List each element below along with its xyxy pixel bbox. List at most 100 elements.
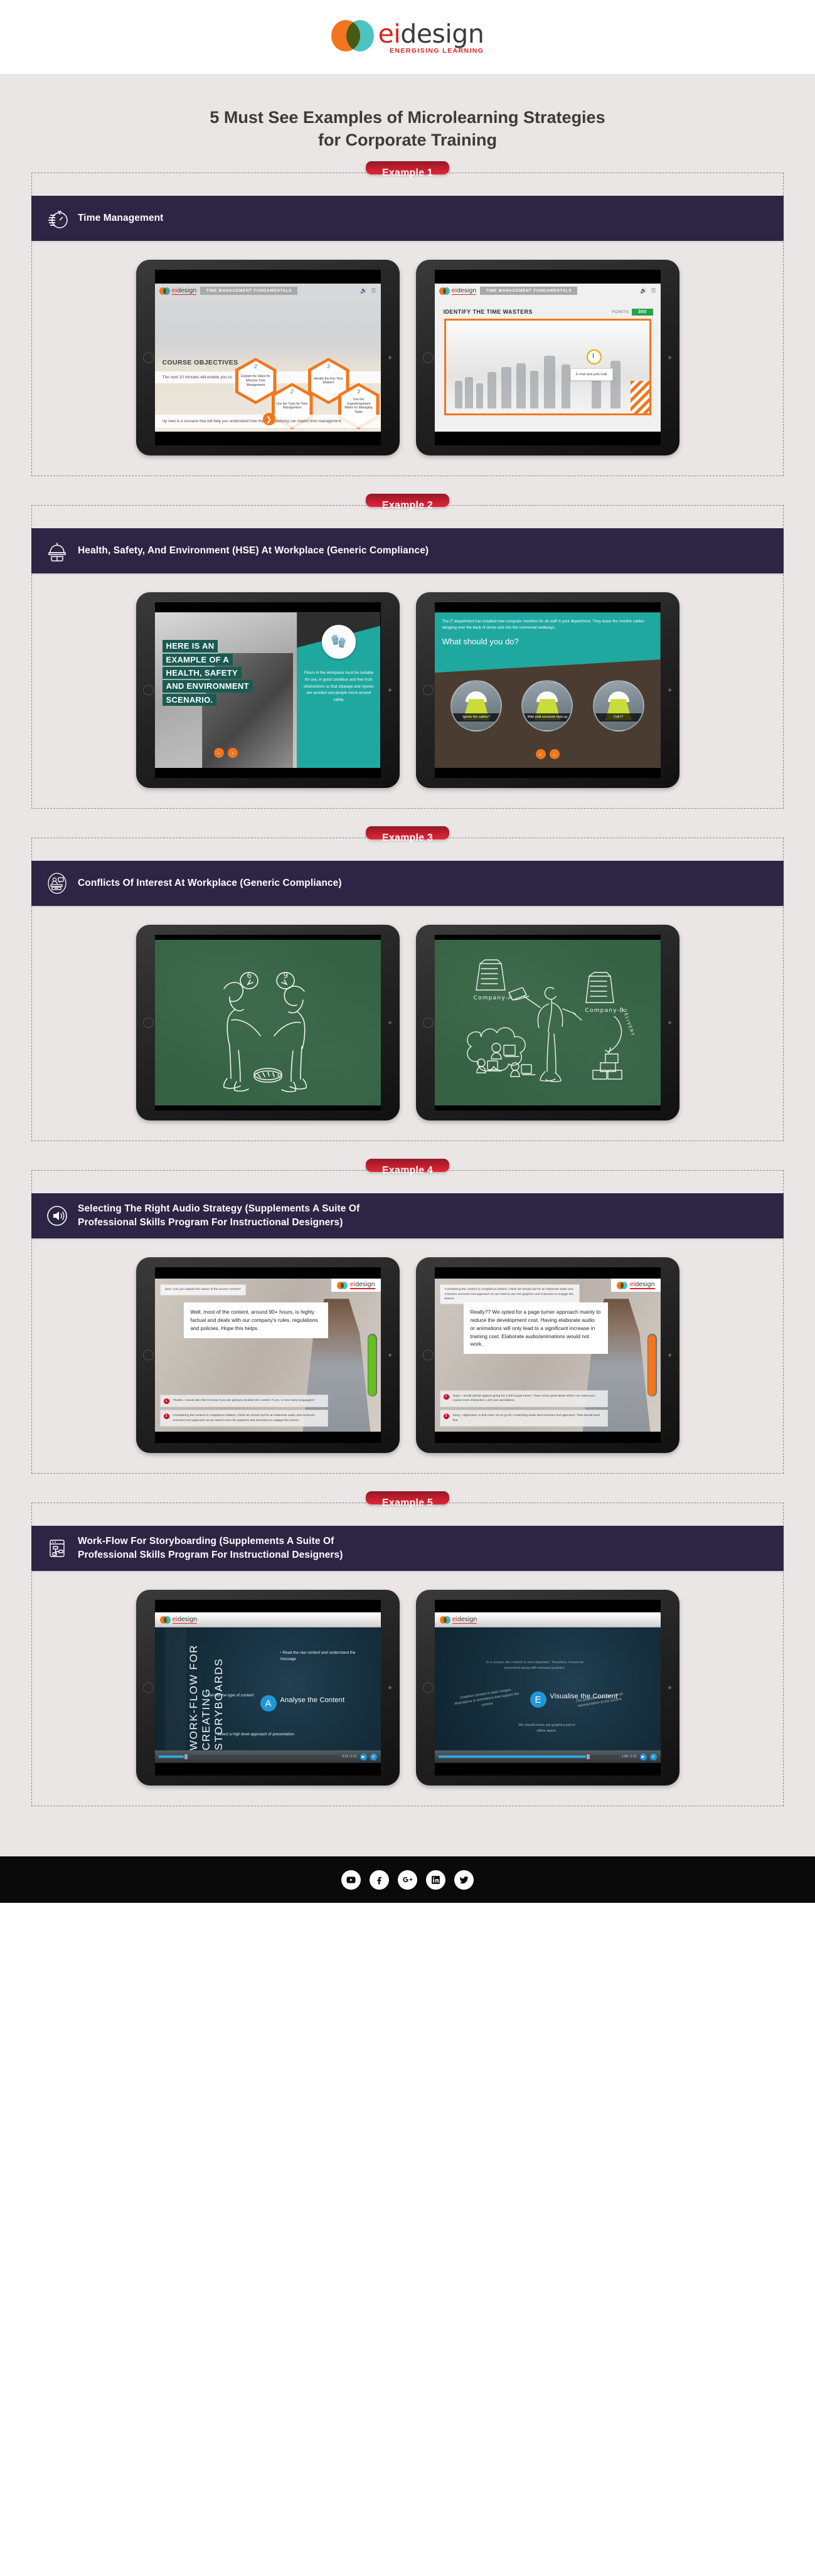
example-block-4: Example 4 Selecting The Right Audio Stra… (0, 1159, 815, 1474)
workflow-node-label: Visualise the Content (550, 1693, 618, 1701)
video-header-bar: eidesign (154, 1612, 381, 1628)
googleplus-icon[interactable] (398, 1870, 417, 1890)
logo-design: design (400, 18, 484, 49)
safety-gloves-icon: 🧤 (321, 625, 356, 659)
tablet-screen-audio-dialog-1[interactable]: eidesign Sure. Can you explain the natur… (154, 1267, 381, 1444)
course-chip: TIME MANAGEMENT FUNDAMENTALS (480, 287, 578, 295)
example-title-1: Time Management (78, 213, 164, 224)
hse-option-label: Call IT (594, 713, 643, 722)
next-button[interactable]: › (227, 748, 238, 758)
mini-logo-design: design (456, 287, 477, 294)
example-container-4: Selecting The Right Audio Strategy (Supp… (31, 1170, 784, 1474)
hse-option[interactable]: Ignore the cables? (450, 680, 503, 732)
example-block-1: Example 1 Time Management eidesign TIME … (0, 161, 815, 477)
dialog-prior-bubble: Considering the content is compliance-re… (439, 1284, 580, 1305)
hse-option[interactable]: Wait until someone trips up (521, 680, 573, 732)
hse-intro-heading: HERE IS AN EXAMPLE OF A HEALTH, SAFETY A… (162, 640, 253, 707)
hse-question-band: The IT department has installed new comp… (434, 612, 661, 673)
menu-icon[interactable]: ☰ (651, 287, 656, 294)
video-controls[interactable]: 1:06 / 1:12 ▶ ↺ (434, 1750, 661, 1764)
tablet-device: eidesign Considering the content is comp… (415, 1257, 679, 1454)
stripe-decoration (630, 381, 649, 414)
progress-meter (647, 1334, 657, 1397)
dialog-choice[interactable]: 2 Considering the content is compliance-r… (159, 1410, 328, 1427)
tablet-screen-chalk-companies[interactable]: Company-A Company-B DELIVERY (434, 935, 661, 1111)
example-titlebar-1: Time Management (31, 196, 784, 242)
video-scrubber[interactable] (158, 1754, 339, 1760)
mini-logo-ei: ei (451, 287, 457, 294)
play-button[interactable]: ▶ (360, 1753, 367, 1760)
play-button[interactable]: ▶ (639, 1753, 647, 1760)
example-block-2: Example 2 Health, Safety, And Environmen… (0, 494, 815, 809)
tablet-screen-hse-question[interactable]: The IT department has installed new comp… (434, 602, 661, 779)
brand-header: eidesign ENERGISING LEARNING (0, 0, 815, 74)
volume-icon[interactable]: 🔊 (360, 287, 367, 294)
hse-intro-left: HERE IS AN EXAMPLE OF A HEALTH, SAFETY A… (154, 612, 297, 769)
tablet-screen-video-visualise[interactable]: eidesign In a course, the content is ver… (434, 1600, 661, 1776)
mini-logo-ei: ei (452, 1615, 458, 1623)
example-title-2: Health, Safety, And Environment (HSE) At… (78, 545, 429, 556)
slide-nav[interactable]: ‹ › (213, 748, 238, 758)
course-chip: TIME MANAGEMENT FUNDAMENTALS (200, 287, 298, 295)
hse-intro-body: Floors in the workplace must be suitable… (303, 671, 374, 702)
dialog-main-bubble: Well, most of the content, around 90+ ho… (183, 1302, 328, 1338)
slide-nav[interactable]: ‹ › (535, 749, 560, 760)
workflow-bullet: Identify the type of content (205, 1693, 259, 1699)
workflow-node-e[interactable]: E (530, 1691, 546, 1708)
tablet-row-2: HERE IS AN EXAMPLE OF A HEALTH, SAFETY A… (32, 573, 783, 792)
dialog-choice[interactable]: 2 Sorry, I digressed. In that case, let u… (439, 1410, 608, 1427)
linkedin-icon[interactable] (426, 1870, 445, 1890)
tablet-screen-video-analyse[interactable]: eidesign WORK-FLOW FOR CREATING STORYBOA… (154, 1600, 381, 1776)
time-wasters-image[interactable]: E-mail and junk mail (444, 319, 651, 416)
objective-hex[interactable]: Explain the Steps for Effective Time Man… (235, 358, 277, 405)
desk-person-icon (43, 869, 72, 898)
youtube-icon[interactable] (341, 1870, 361, 1890)
tablet-screen-time-wasters[interactable]: eidesign TIME MANAGEMENT FUNDAMENTALS 🔊 ☰… (434, 270, 661, 446)
replay-button[interactable]: ↺ (649, 1753, 657, 1760)
prev-button[interactable]: ‹ (213, 748, 224, 758)
visualise-text: Graphics consist of static images, illus… (454, 1688, 519, 1708)
example-container-5: Work-Flow For Storyboarding (Supplements… (31, 1503, 784, 1807)
infographic-body: 5 Must See Examples of Microlearning Str… (0, 74, 815, 1857)
eidesign-logo[interactable]: eidesign ENERGISING LEARNING (331, 18, 484, 55)
mini-logo-design: design (635, 1281, 655, 1289)
example-title-4-line1: Selecting The Right Audio Strategy (Supp… (78, 1203, 360, 1215)
mini-logo-design: design (176, 287, 197, 294)
workflow-node-a[interactable]: A (260, 1695, 277, 1712)
tablet-screen-hse-intro[interactable]: HERE IS AN EXAMPLE OF A HEALTH, SAFETY A… (154, 602, 381, 779)
prev-button[interactable]: ‹ (535, 749, 546, 760)
menu-icon[interactable]: ☰ (371, 287, 376, 294)
tablet-screen-audio-dialog-2[interactable]: eidesign Considering the content is comp… (434, 1267, 661, 1444)
next-button[interactable]: ❯ (262, 413, 275, 426)
hse-heading-line: EXAMPLE OF A (162, 653, 233, 666)
chalk-label-company-a: Company-A (473, 995, 513, 1002)
replay-button[interactable]: ↺ (370, 1753, 377, 1760)
tablet-screen-chalk-six-nine[interactable]: 6 9 (154, 935, 381, 1111)
workflow-bullet: Read the raw content and understand the … (280, 1650, 356, 1663)
objective-number: 3 (356, 388, 360, 395)
video-scrubber[interactable] (438, 1754, 619, 1760)
points-badge: POINTS 300 (612, 309, 653, 316)
hse-heading-line: SCENARIO. (162, 693, 217, 706)
tablet-device: eidesign TIME MANAGEMENT FUNDAMENTALS 🔊 ☰… (136, 260, 400, 456)
example-badge-3: Example 3 (366, 826, 449, 843)
video-controls[interactable]: 0:11 / 1:12 ▶ ↺ (154, 1750, 381, 1764)
volume-icon[interactable]: 🔊 (640, 287, 647, 294)
hardhat-icon (43, 536, 72, 565)
mini-logo-design: design (355, 1281, 375, 1289)
time-waster-tooltip[interactable]: E-mail and junk mail (570, 368, 613, 381)
dialog-choice[interactable]: 1 Thanks. I would also like to know if yo… (159, 1395, 328, 1408)
mini-eidesign-logo: eidesign (439, 287, 477, 295)
facebook-icon[interactable] (370, 1870, 389, 1890)
mini-logo-design: design (177, 1615, 198, 1623)
next-button[interactable]: › (549, 749, 560, 760)
course-objectives-heading: COURSE OBJECTIVES (162, 359, 238, 367)
tablet-screen-course-objectives[interactable]: eidesign TIME MANAGEMENT FUNDAMENTALS 🔊 ☰… (154, 270, 381, 446)
logo-circles-icon (331, 19, 374, 51)
twitter-icon[interactable] (454, 1870, 474, 1890)
page-title: 5 Must See Examples of Microlearning Str… (0, 74, 815, 173)
hse-option[interactable]: Call IT (592, 680, 644, 732)
choice-text: Nope. I would advise against going for a… (452, 1394, 595, 1403)
example-titlebar-3: Conflicts Of Interest At Workplace (Gene… (31, 861, 784, 907)
dialog-choice[interactable]: 1 Nope. I would advise against going for … (439, 1390, 608, 1408)
